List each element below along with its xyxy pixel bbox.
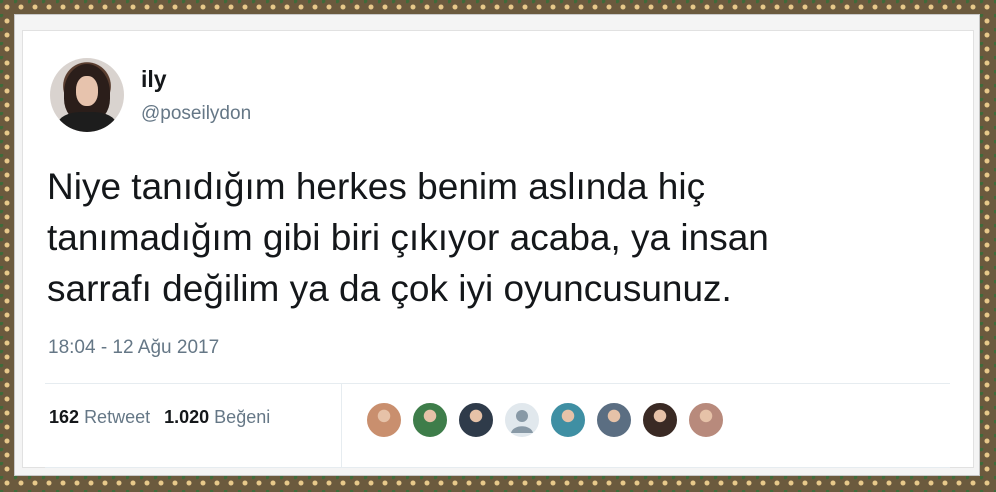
like-count: 1.020 bbox=[164, 407, 210, 427]
tweet-text-line: sarrafı değilim ya da çok iyi oyuncusunu… bbox=[47, 268, 732, 309]
avatar-body bbox=[58, 112, 116, 132]
liker-avatar-2[interactable] bbox=[411, 401, 449, 439]
tweet-text-line: Niye tanıdığım herkes benim aslında hiç bbox=[47, 166, 706, 207]
like-label: Beğeni bbox=[214, 407, 271, 427]
tweet-text: Niye tanıdığım herkes benim aslında hiç … bbox=[47, 161, 947, 314]
tweet-text-line: tanımadığım gibi biri çıkıyor acaba, ya … bbox=[47, 217, 769, 258]
liker-avatar-7[interactable] bbox=[641, 401, 679, 439]
divider bbox=[45, 467, 950, 468]
display-name[interactable]: ily bbox=[141, 66, 167, 93]
liker-avatar-6[interactable] bbox=[595, 401, 633, 439]
liker-avatar-8[interactable] bbox=[687, 401, 725, 439]
stats-separator bbox=[341, 383, 342, 467]
engagement-stats: 162 Retweet 1.020 Beğeni bbox=[49, 407, 270, 428]
tweet-card: ily @poseilydon Niye tanıdığım herkes be… bbox=[22, 30, 974, 468]
liker-avatar-3[interactable] bbox=[457, 401, 495, 439]
avatar-face bbox=[76, 76, 98, 106]
liker-avatar-5[interactable] bbox=[549, 401, 587, 439]
profile-avatar[interactable] bbox=[50, 58, 124, 132]
default-avatar-icon[interactable] bbox=[503, 401, 541, 439]
user-handle[interactable]: @poseilydon bbox=[141, 103, 251, 125]
divider bbox=[45, 383, 950, 384]
like-stat[interactable]: 1.020 Beğeni bbox=[164, 407, 270, 427]
retweet-label: Retweet bbox=[84, 407, 151, 427]
retweet-count: 162 bbox=[49, 407, 80, 427]
liker-avatar-1[interactable] bbox=[365, 401, 403, 439]
tweet-timestamp[interactable]: 18:04 - 12 Ağu 2017 bbox=[48, 337, 219, 359]
retweet-stat[interactable]: 162 Retweet bbox=[49, 407, 150, 427]
